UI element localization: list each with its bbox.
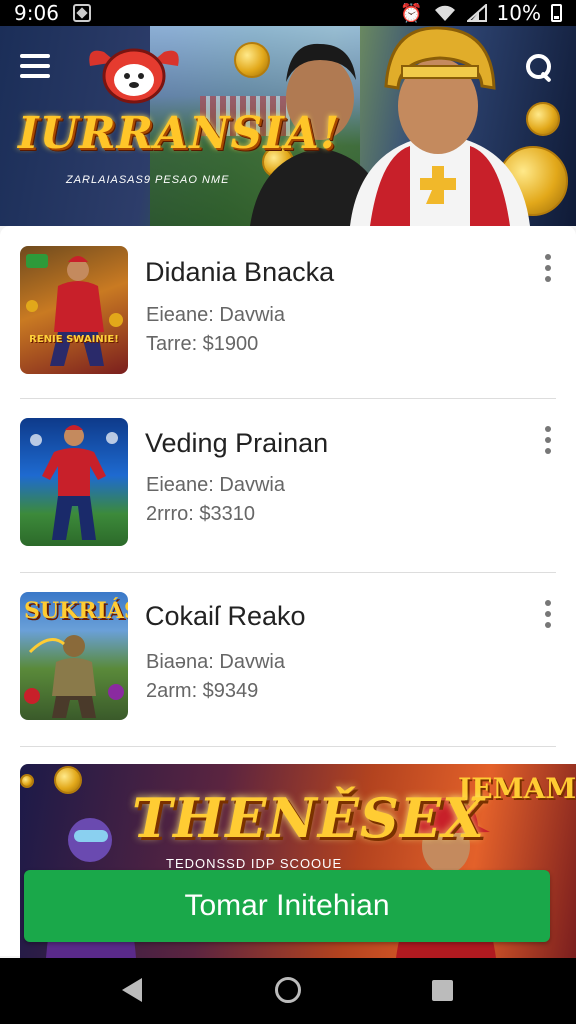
list-item[interactable]: SUKRIÁS Cokaiſ Reako Biaəna: Davwia 2arm… <box>0 572 576 744</box>
item-title: Cokaiſ Reako <box>145 601 306 631</box>
list-item[interactable]: Veding Prainan Eieane: Davwia 2rrro: $33… <box>0 398 576 570</box>
more-options-icon[interactable] <box>540 600 556 630</box>
thumb-text: SUKRIÁS <box>24 598 128 624</box>
battery-percent: 10% <box>496 1 541 25</box>
item-price: Tarre: $1900 <box>146 333 259 355</box>
menu-button[interactable] <box>20 54 50 78</box>
primary-action-button[interactable]: Tomar Initehian <box>24 870 550 942</box>
recents-icon[interactable] <box>432 980 453 1001</box>
status-time: 9:06 <box>14 1 59 25</box>
promo-title: THENĚSEX <box>132 786 485 850</box>
thumb-text: RENIE SWAINIE! <box>29 334 119 345</box>
home-icon[interactable] <box>275 977 301 1003</box>
alarm-icon: ⏰ <box>400 2 423 24</box>
coin-icon <box>20 774 34 788</box>
coin-icon <box>54 766 82 794</box>
system-nav-bar <box>0 958 576 1024</box>
wifi-icon <box>434 5 455 21</box>
promo-subtitle: TEDONSSD IDP SCOOUE <box>166 856 343 871</box>
status-bar: 9:06 ⏰ 10% <box>0 0 576 26</box>
game-thumbnail <box>20 418 128 546</box>
hero-title: IURRANSIA! <box>18 108 341 159</box>
player-portrait <box>350 26 530 226</box>
game-thumbnail: SUKRIÁS <box>20 592 128 720</box>
player-art <box>30 425 118 540</box>
back-icon[interactable] <box>122 978 142 1002</box>
more-options-icon[interactable] <box>540 254 556 284</box>
item-meta: Eieane: Davwia <box>146 304 285 326</box>
item-meta: Eieane: Davwia <box>146 474 285 496</box>
game-thumbnail: RENIE SWAINIE! <box>20 246 128 374</box>
item-price: 2rrro: $3310 <box>146 503 255 525</box>
list-item[interactable]: RENIE SWAINIE! Didania Bnacka Eieane: Da… <box>0 226 576 398</box>
more-options-icon[interactable] <box>540 426 556 456</box>
divider <box>20 746 556 747</box>
notification-icon <box>72 4 91 22</box>
mascot-logo <box>89 48 179 104</box>
status-icons: ⏰ 10% <box>400 1 562 25</box>
hero-banner: IURRANSIA! ZARLAIASAS9 PESAO NME <box>0 26 576 226</box>
item-title: Veding Prainan <box>145 428 329 458</box>
search-icon[interactable] <box>526 54 554 82</box>
battery-icon <box>551 4 562 22</box>
item-title: Didania Bnacka <box>145 257 335 287</box>
item-meta: Biaəna: Davwia <box>146 651 285 673</box>
hero-subtitle: ZARLAIASAS9 PESAO NME <box>66 174 230 186</box>
item-price: 2arm: $9349 <box>146 680 259 702</box>
signal-icon <box>466 4 487 22</box>
player-art <box>26 254 123 366</box>
